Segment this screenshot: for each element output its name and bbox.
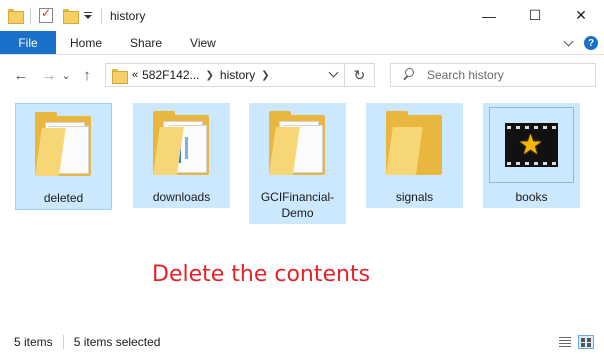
up-button[interactable]: ↑ [76, 64, 98, 86]
breadcrumb-chevron-icon[interactable]: ❯ [261, 70, 269, 81]
address-dropdown-icon[interactable] [330, 71, 338, 79]
refresh-button[interactable]: ↻ [345, 63, 375, 87]
properties-icon[interactable] [39, 6, 53, 23]
address-bar[interactable]: « 582F142... ❯ history ❯ [105, 63, 345, 87]
folder-icon [8, 9, 24, 24]
help-icon[interactable]: ? [584, 36, 598, 50]
status-divider [62, 335, 64, 349]
ribbon-tabs: File Home Share View ? [0, 31, 604, 55]
new-folder-icon[interactable] [63, 9, 79, 24]
details-view-icon[interactable] [558, 335, 574, 349]
tab-view[interactable]: View [176, 31, 230, 54]
folder-documents-icon [133, 103, 230, 187]
breadcrumb-segment[interactable]: 582F142... [142, 68, 199, 82]
breadcrumb-segment[interactable]: history [220, 68, 255, 82]
quick-access-toolbar: history [0, 0, 145, 31]
search-icon [401, 68, 415, 82]
list-item[interactable]: ★ books [483, 103, 580, 208]
breadcrumb-overflow[interactable]: « [132, 69, 138, 81]
folder-icon [112, 68, 128, 84]
toolbar-divider [30, 7, 31, 24]
list-item[interactable]: signals [366, 103, 463, 208]
item-count: 5 items [14, 335, 53, 349]
view-toggle [558, 335, 594, 349]
folder-documents-icon [15, 104, 112, 188]
toolbar-divider [101, 7, 102, 24]
status-bar: 5 items 5 items selected [0, 330, 604, 354]
folder-documents-icon [249, 103, 346, 187]
item-label: signals [395, 190, 434, 204]
item-label: GCIFinancial-Demo [260, 190, 335, 220]
customize-toolbar-icon[interactable] [83, 10, 93, 22]
tab-home[interactable]: Home [56, 31, 116, 54]
folder-empty-icon [366, 103, 463, 187]
item-label: downloads [152, 190, 211, 204]
list-item[interactable]: GCIFinancial-Demo [249, 103, 346, 224]
title-bar: history — ☐ ✕ [0, 0, 604, 31]
search-input[interactable] [427, 68, 587, 82]
list-item[interactable]: downloads [133, 103, 230, 208]
breadcrumb-chevron-icon[interactable]: ❯ [206, 70, 214, 81]
recent-locations-chevron-icon[interactable]: ⌄ [60, 64, 72, 86]
window-title: history [110, 8, 146, 23]
item-label: deleted [43, 191, 84, 205]
close-button[interactable]: ✕ [558, 0, 604, 31]
maximize-button[interactable]: ☐ [512, 0, 558, 31]
ribbon-right-controls: ? [564, 31, 598, 55]
large-icons-view-icon[interactable] [578, 335, 594, 349]
back-button[interactable]: ← [10, 64, 32, 86]
forward-button[interactable]: → [38, 64, 60, 86]
tab-share[interactable]: Share [116, 31, 176, 54]
list-item[interactable]: deleted [15, 103, 112, 210]
explorer-window: history — ☐ ✕ File Home Share View ? ← →… [0, 0, 604, 354]
minimize-button[interactable]: — [466, 0, 512, 31]
search-box[interactable] [390, 63, 596, 87]
instruction-overlay-text: Delete the contents [152, 262, 371, 287]
film-star-icon: ★ [483, 103, 580, 187]
selected-count: 5 items selected [73, 335, 161, 349]
navigation-bar: ← → ⌄ ↑ « 582F142... ❯ history ❯ ↻ [0, 56, 604, 94]
expand-ribbon-chevron-icon[interactable] [564, 38, 574, 48]
file-list: deleted downloads GCIFinancial-Demo sign… [0, 94, 604, 324]
item-label: books [515, 190, 548, 204]
tab-file[interactable]: File [0, 31, 56, 54]
window-controls: — ☐ ✕ [466, 0, 604, 31]
